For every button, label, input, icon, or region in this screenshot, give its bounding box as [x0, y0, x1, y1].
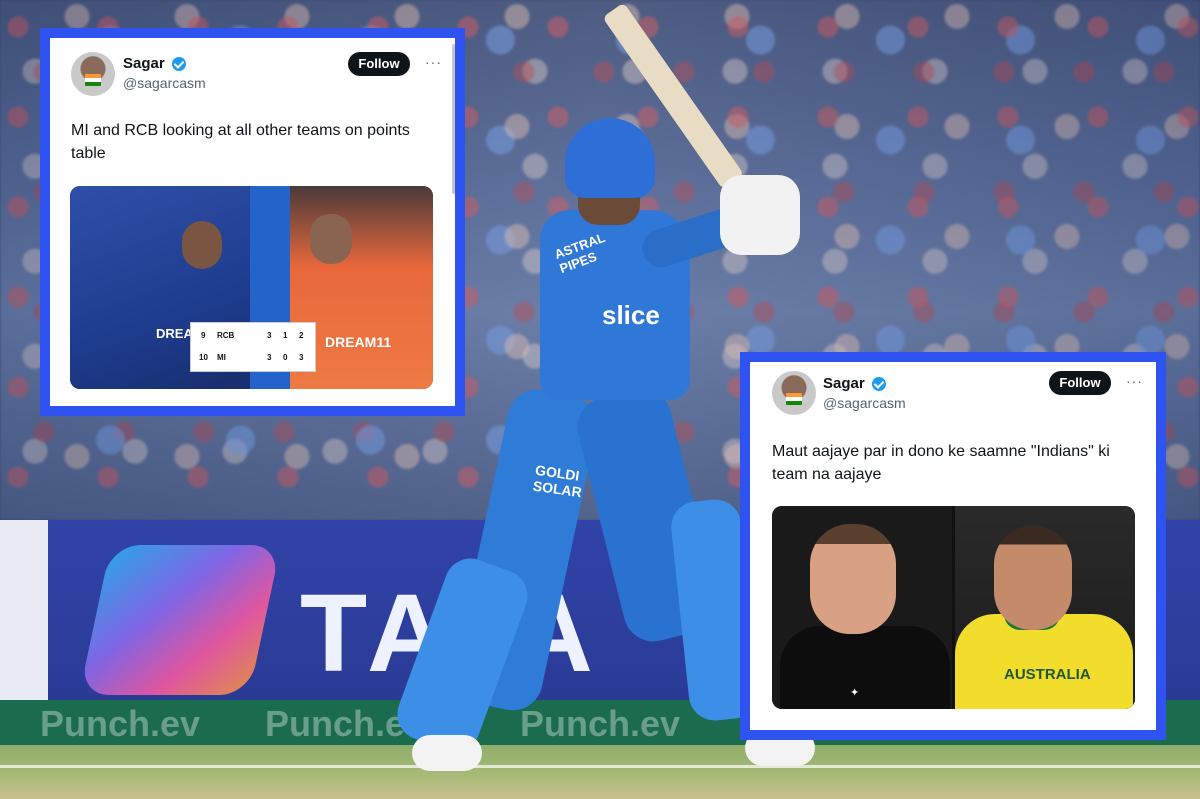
tweet-card: Sagar @sagarcasm Follow ··· Maut aajaye …	[740, 352, 1166, 740]
player-jersey	[780, 626, 950, 709]
flag-icon	[786, 393, 802, 405]
jersey-sponsor: slice	[602, 300, 660, 330]
user-handle[interactable]: @sagarcasm	[123, 75, 206, 91]
player-face	[994, 526, 1072, 630]
points-table: 9 RCB 3 1 2 10 MI 3 0 3	[190, 322, 316, 372]
shorts-sponsor: GOLDI SOLAR	[532, 461, 583, 501]
player-head	[182, 221, 222, 269]
tweet-text: MI and RCB looking at all other teams on…	[71, 122, 410, 162]
follow-button[interactable]: Follow	[348, 52, 410, 76]
follow-button[interactable]: Follow	[1049, 371, 1111, 395]
player-head	[310, 214, 352, 264]
verified-badge-icon	[872, 377, 886, 391]
fern-logo-icon: ✦	[850, 687, 860, 699]
avatar[interactable]	[71, 52, 115, 96]
tweet-text: Maut aajaye par in dono ke saamne "India…	[772, 443, 1110, 483]
jersey-text: AUSTRALIA	[1004, 666, 1091, 683]
tweet-image[interactable]: ✦ AUSTRALIA	[772, 506, 1135, 709]
strip-text: Punch.ev	[520, 703, 681, 744]
display-name[interactable]: Sagar	[823, 375, 865, 392]
more-options-icon[interactable]: ···	[1126, 373, 1143, 389]
strip-text: Punch.ev	[40, 703, 201, 744]
helmet	[565, 118, 655, 198]
more-options-icon[interactable]: ···	[425, 54, 442, 70]
scrollbar[interactable]	[452, 44, 455, 194]
pitch-grass	[0, 745, 1200, 799]
tweet-card: Sagar @sagarcasm Follow ··· MI and RCB l…	[40, 28, 465, 416]
table-row: 10 MI 3 0 3	[199, 353, 304, 362]
table-row: 9 RCB 3 1 2	[201, 331, 304, 340]
user-handle[interactable]: @sagarcasm	[823, 395, 906, 411]
flag-icon	[85, 74, 101, 86]
display-name[interactable]: Sagar	[123, 55, 165, 72]
batting-gloves	[720, 175, 800, 255]
avatar[interactable]	[772, 371, 816, 415]
tweet-image[interactable]: DREAM DREAM11 9 RCB 3 1 2 10 MI 3 0 3	[70, 186, 433, 389]
verified-badge-icon	[172, 57, 186, 71]
shirt-text: DREAM11	[325, 334, 392, 350]
player-face	[810, 524, 896, 634]
sponsor-logo	[79, 545, 281, 695]
